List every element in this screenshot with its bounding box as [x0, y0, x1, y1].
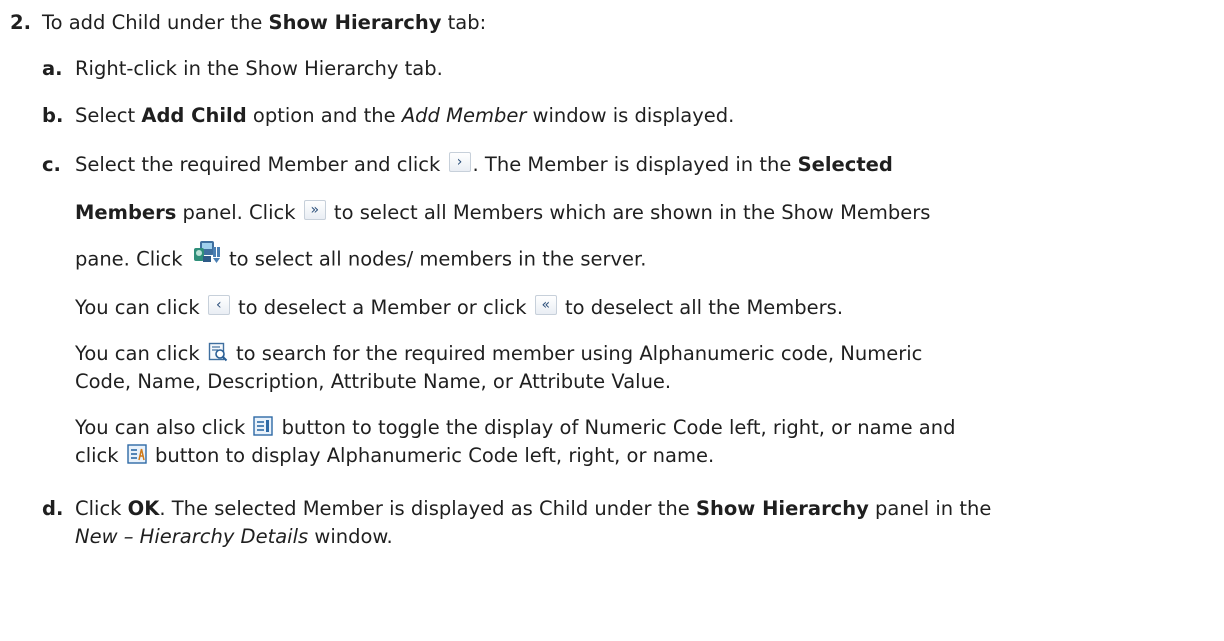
- substep-a-label: a.: [42, 57, 63, 80]
- substep-d-label: d.: [42, 497, 64, 520]
- server-nodes-icon: [191, 238, 221, 266]
- toggle-paragraph-line1: You can also click button to toggle the …: [75, 415, 956, 439]
- substep-c-line3: pane. Click to select all nodes/ members…: [75, 241, 647, 274]
- ok-term: OK: [127, 497, 160, 520]
- select-member-icon: ›: [448, 151, 471, 172]
- step-intro: To add Child under the Show Hierarchy ta…: [42, 11, 487, 34]
- substep-b-text: Select Add Child option and the Add Memb…: [75, 104, 735, 127]
- hierarchy-details-term: New – Hierarchy Details: [75, 525, 309, 548]
- step-number: 2.: [10, 11, 31, 34]
- substep-d-line1: Click OK. The selected Member is display…: [75, 497, 992, 520]
- substep-c-label: c.: [42, 153, 61, 176]
- add-member-term: Add Member: [401, 104, 527, 127]
- substep-b-label: b.: [42, 104, 64, 127]
- deselect-member-icon: ‹: [207, 294, 230, 315]
- numeric-code-toggle-icon: [253, 415, 274, 436]
- deselect-all-icon: «: [534, 294, 557, 315]
- search-member-icon: [208, 342, 228, 362]
- add-child-term: Add Child: [141, 104, 247, 127]
- search-paragraph-line1: You can click to search for the required…: [75, 342, 923, 365]
- substep-c-line1: Select the required Member and click ›. …: [75, 151, 893, 176]
- substep-d-line2: New – Hierarchy Details window.: [75, 525, 393, 548]
- deselect-paragraph: You can click ‹ to deselect a Member or …: [75, 294, 844, 319]
- select-all-icon: »: [303, 199, 326, 220]
- search-paragraph-line2: Code, Name, Description, Attribute Name,…: [75, 370, 672, 393]
- show-hierarchy-term: Show Hierarchy: [268, 11, 442, 34]
- substep-c-line2: Members panel. Click » to select all Mem…: [75, 199, 931, 224]
- alphanumeric-code-toggle-icon: [127, 443, 147, 464]
- toggle-paragraph-line2: click button to display Alphanumeric Cod…: [75, 443, 715, 467]
- substep-a-text: Right-click in the Show Hierarchy tab.: [75, 57, 443, 80]
- show-hierarchy-term: Show Hierarchy: [695, 497, 869, 520]
